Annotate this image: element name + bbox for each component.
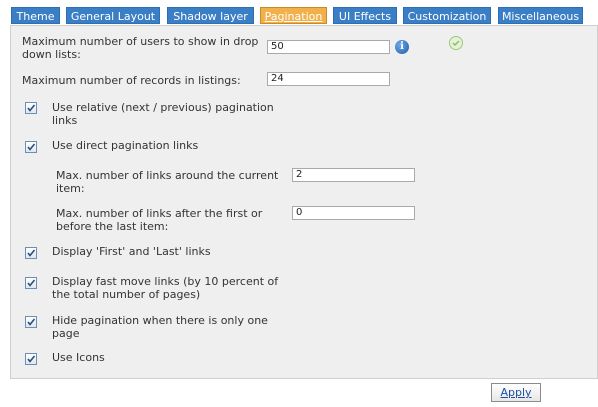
relative-links-label-line-2: links (52, 114, 78, 127)
links-after-label-line-1: Max. number of links after the first or (56, 207, 263, 220)
first-last-label: Display 'First' and 'Last' links (52, 245, 211, 258)
max-users-label: Maximum number of users to show in drop … (22, 35, 272, 61)
links-around-label-line-1: Max. number of links around the current (56, 169, 279, 182)
tab-ui-effects[interactable]: UI Effects (333, 7, 397, 24)
hide-pagination-checkbox[interactable] (25, 316, 37, 328)
hide-pagination-label-line-1: Hide pagination when there is only one (52, 314, 268, 327)
first-last-checkbox[interactable] (25, 247, 37, 259)
tab-theme[interactable]: Theme (11, 7, 60, 24)
max-records-input[interactable]: 24 (267, 72, 390, 86)
check-icon (27, 249, 36, 257)
tab-shadow-layer[interactable]: Shadow layer (167, 7, 254, 24)
relative-links-label: Use relative (next / previous) paginatio… (52, 101, 302, 127)
hide-pagination-label-line-2: page (52, 327, 80, 340)
fast-move-label-line-2: the total number of pages) (52, 288, 201, 301)
direct-links-checkbox[interactable] (25, 141, 37, 153)
tab-miscellaneous[interactable]: Miscellaneous (498, 7, 583, 24)
use-icons-checkbox[interactable] (25, 353, 37, 365)
check-mark (452, 40, 460, 47)
links-after-label: Max. number of links after the first or … (56, 207, 292, 233)
info-icon[interactable]: i (395, 40, 409, 54)
links-around-label-line-2: item: (56, 182, 85, 195)
tab-customization[interactable]: Customization (403, 7, 491, 24)
links-around-input[interactable]: 2 (292, 168, 415, 182)
max-records-label: Maximum number of records in listings: (22, 74, 241, 87)
check-icon (27, 104, 36, 112)
check-icon (27, 318, 36, 326)
fast-move-label-line-1: Display fast move links (by 10 percent o… (52, 275, 279, 288)
hide-pagination-label: Hide pagination when there is only one p… (52, 314, 302, 340)
max-users-input[interactable]: 50 (267, 40, 390, 54)
fast-move-label: Display fast move links (by 10 percent o… (52, 275, 302, 301)
check-icon (27, 355, 36, 363)
links-after-input[interactable]: 0 (292, 206, 415, 220)
use-icons-label: Use Icons (52, 351, 105, 364)
relative-links-label-line-1: Use relative (next / previous) paginatio… (52, 101, 274, 114)
tab-pagination[interactable]: Pagination (260, 7, 327, 24)
tab-general-layout[interactable]: General Layout (66, 7, 160, 24)
check-circle-icon (449, 36, 463, 50)
fast-move-checkbox[interactable] (25, 277, 37, 289)
max-users-label-line-2: down lists: (22, 48, 81, 61)
relative-links-checkbox[interactable] (25, 102, 37, 114)
max-users-label-line-1: Maximum number of users to show in drop (22, 35, 259, 48)
direct-links-label: Use direct pagination links (52, 139, 199, 152)
links-after-label-line-2: before the last item: (56, 220, 169, 233)
apply-button[interactable]: Apply (491, 383, 541, 402)
check-icon (27, 279, 36, 287)
check-icon (27, 143, 36, 151)
links-around-label: Max. number of links around the current … (56, 169, 292, 195)
